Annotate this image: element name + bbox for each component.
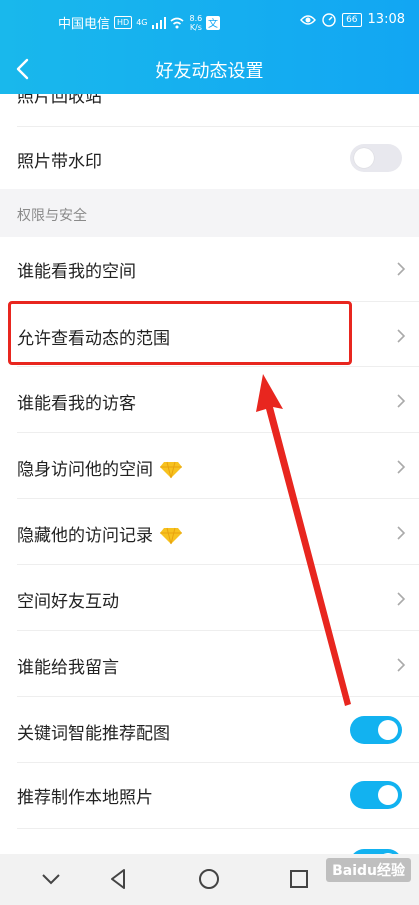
settings-row-label: 隐身访问他的空间 — [17, 455, 183, 480]
settings-row-partial[interactable] — [0, 829, 419, 854]
wifi-icon — [169, 17, 184, 28]
settings-list: 照片回收站 照片带水印 权限与安全 谁能看我的空间 允许查看动态的范围 谁能看我… — [0, 94, 419, 854]
chevron-right-icon — [397, 658, 406, 672]
network-label: 4G — [136, 18, 148, 27]
carrier-label: 中国电信 — [58, 17, 111, 32]
watermark-toggle[interactable] — [350, 144, 402, 172]
clock: 13:08 — [367, 12, 405, 27]
battery-indicator: 66 — [342, 12, 362, 27]
settings-row-watermark[interactable]: 照片带水印 — [0, 127, 419, 189]
section-header-security: 权限与安全 — [0, 189, 419, 237]
home-circle-icon[interactable] — [196, 866, 222, 892]
signal-icon — [151, 16, 166, 29]
hide-keyboard-icon[interactable] — [38, 866, 64, 892]
recommend-local-photos-toggle[interactable] — [350, 781, 402, 809]
settings-row-label: 照片回收站 — [17, 94, 102, 107]
chevron-right-icon — [397, 460, 406, 474]
annotation-arrow-icon — [256, 374, 351, 706]
settings-row-who-see-space[interactable]: 谁能看我的空间 — [0, 237, 419, 301]
back-triangle-icon[interactable] — [106, 866, 132, 892]
eye-icon — [300, 14, 317, 25]
annotation-highlight-box — [8, 301, 352, 365]
settings-row-label: 照片带水印 — [17, 152, 102, 172]
app-notification-icon: 文 — [206, 15, 221, 30]
speedometer-icon — [322, 12, 336, 27]
svg-text:文: 文 — [208, 17, 218, 30]
app-bar: 好友动态设置 — [0, 44, 419, 94]
settings-row-label: 隐藏他的访问记录 — [17, 521, 183, 546]
vip-diamond-icon — [160, 527, 182, 545]
chevron-right-icon — [397, 526, 406, 540]
chevron-right-icon — [397, 394, 406, 408]
recents-square-icon[interactable] — [286, 866, 312, 892]
keyword-pictures-toggle[interactable] — [350, 716, 402, 744]
page-title: 好友动态设置 — [155, 61, 264, 82]
net-speed: 8.6 K/s — [189, 13, 203, 32]
settings-row-photo-top[interactable]: 照片回收站 — [0, 94, 419, 128]
vip-diamond-icon — [160, 461, 182, 479]
status-bar: 中国电信 HD 4G 8.6 K/s 文 66 13:08 — [0, 0, 419, 44]
settings-row-recommend-local-photos[interactable]: 推荐制作本地照片 — [0, 763, 419, 828]
chevron-right-icon — [397, 592, 406, 606]
chevron-right-icon — [397, 262, 406, 276]
chevron-right-icon — [397, 329, 406, 343]
watermark-text: Baidu经验 — [326, 858, 411, 882]
hd-badge: HD — [114, 16, 133, 29]
